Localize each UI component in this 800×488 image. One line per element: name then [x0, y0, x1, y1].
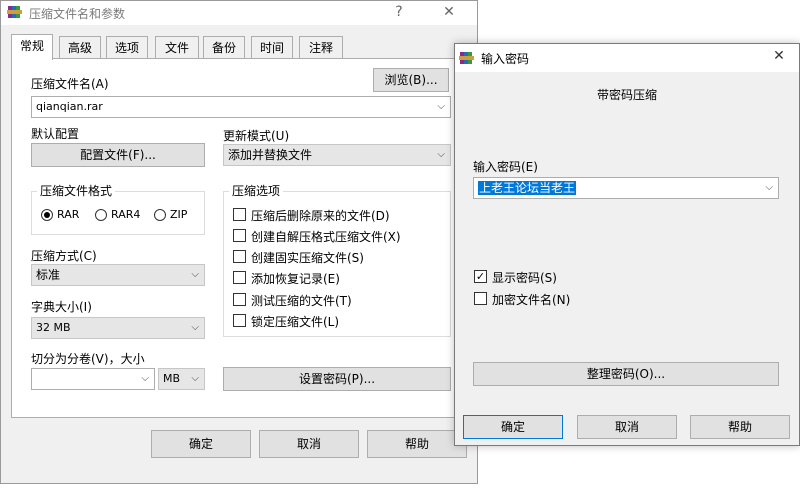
chevron-down-icon: ⌵ — [437, 149, 445, 160]
test-files-checkbox[interactable] — [233, 293, 246, 306]
chevron-down-icon: ⌵ — [437, 101, 445, 112]
encrypt-filenames-label: 加密文件名(N) — [492, 293, 571, 307]
default-profile-label: 默认配置 — [31, 127, 80, 141]
browse-button[interactable]: 浏览(B)... — [373, 68, 449, 92]
help-button[interactable]: 帮助 — [367, 430, 467, 458]
recovery-record-label: 添加恢复记录(E) — [251, 272, 340, 286]
create-sfx-label: 创建自解压格式压缩文件(X) — [251, 230, 401, 244]
format-zip-radio[interactable] — [154, 209, 166, 221]
recovery-record-checkbox[interactable] — [233, 271, 246, 284]
show-password-label: 显示密码(S) — [492, 271, 557, 285]
chevron-down-icon: ⌵ — [765, 182, 773, 193]
dialog-title: 输入密码 — [481, 52, 530, 66]
archive-options-group-title: 压缩选项 — [229, 184, 284, 198]
tab-general[interactable]: 常规 — [11, 34, 53, 60]
password-input[interactable]: 上老王论坛当老王 ⌵ — [473, 177, 779, 199]
winrar-books-icon — [459, 50, 475, 66]
set-password-button[interactable]: 设置密码(P)... — [223, 367, 451, 391]
format-rar-radio[interactable] — [41, 209, 53, 221]
update-mode-value: 添加并替换文件 — [228, 148, 313, 162]
archive-params-window: 压缩文件名和参数 ? ✕ 常规 高级 选项 文件 备份 时间 注释 压缩文件名(… — [0, 0, 478, 484]
tab-files[interactable]: 文件 — [155, 36, 199, 59]
create-solid-checkbox[interactable] — [233, 250, 246, 263]
tab-comment[interactable]: 注释 — [299, 36, 343, 59]
format-rar-label: RAR — [57, 208, 80, 221]
create-solid-label: 创建固实压缩文件(S) — [251, 251, 364, 265]
split-size-combo[interactable]: ⌵ — [31, 368, 155, 390]
split-volumes-label: 切分为分卷(V)，大小 — [31, 352, 145, 366]
split-unit-value: MB — [163, 372, 181, 385]
lock-archive-checkbox[interactable] — [233, 314, 246, 327]
create-sfx-checkbox[interactable] — [233, 229, 246, 242]
dictionary-value: 32 MB — [36, 321, 71, 334]
archive-name-combo[interactable]: qianqian.rar ⌵ — [31, 96, 451, 118]
password-label: 输入密码(E) — [473, 160, 538, 174]
organize-passwords-button[interactable]: 整理密码(O)... — [473, 362, 779, 386]
close-icon[interactable]: ✕ — [439, 4, 459, 20]
method-select[interactable]: 标准 ⌵ — [31, 264, 205, 286]
format-zip-label: ZIP — [170, 208, 188, 221]
chevron-down-icon: ⌵ — [191, 322, 199, 333]
show-password-checkbox[interactable]: ✓ — [474, 270, 487, 283]
test-files-label: 测试压缩的文件(T) — [251, 294, 352, 308]
format-rar4-label: RAR4 — [111, 208, 141, 221]
tab-time[interactable]: 时间 — [251, 36, 293, 59]
tab-backup[interactable]: 备份 — [203, 36, 245, 59]
dictionary-label: 字典大小(I) — [31, 300, 92, 314]
title-bar: 压缩文件名和参数 ? ✕ — [1, 1, 477, 25]
update-mode-select[interactable]: 添加并替换文件 ⌵ — [223, 144, 451, 166]
winrar-books-icon — [7, 4, 23, 20]
dictionary-select[interactable]: 32 MB ⌵ — [31, 317, 205, 339]
archive-name-label: 压缩文件名(A) — [31, 77, 109, 91]
dialog-title-bar: 输入密码 ✕ — [455, 44, 799, 72]
dialog-ok-button[interactable]: 确定 — [463, 415, 563, 439]
lock-archive-label: 锁定压缩文件(L) — [251, 315, 340, 329]
chevron-down-icon: ⌵ — [191, 373, 199, 384]
update-mode-label: 更新模式(U) — [223, 129, 290, 143]
format-rar4-radio[interactable] — [95, 209, 107, 221]
chevron-down-icon: ⌵ — [191, 269, 199, 280]
dialog-heading: 带密码压缩 — [596, 88, 657, 102]
delete-after-label: 压缩后删除原来的文件(D) — [251, 209, 390, 223]
method-value: 标准 — [36, 268, 61, 282]
archive-format-group-title: 压缩文件格式 — [37, 184, 116, 198]
delete-after-checkbox[interactable] — [233, 208, 246, 221]
method-label: 压缩方式(C) — [31, 249, 97, 263]
cancel-button[interactable]: 取消 — [259, 430, 359, 458]
ok-button[interactable]: 确定 — [151, 430, 251, 458]
chevron-down-icon: ⌵ — [141, 373, 149, 384]
password-dialog: 输入密码 ✕ 带密码压缩 输入密码(E) 上老王论坛当老王 ⌵ ✓ 显示密码(S… — [454, 43, 800, 446]
dialog-help-button[interactable]: 帮助 — [690, 415, 790, 439]
help-title-button[interactable]: ? — [389, 4, 409, 20]
tab-advanced[interactable]: 高级 — [59, 36, 101, 59]
password-value: 上老王论坛当老王 — [478, 181, 577, 195]
tab-options[interactable]: 选项 — [106, 36, 148, 59]
window-title: 压缩文件名和参数 — [29, 7, 126, 21]
split-unit-select[interactable]: MB ⌵ — [158, 368, 205, 390]
dialog-cancel-button[interactable]: 取消 — [577, 415, 677, 439]
encrypt-filenames-checkbox[interactable] — [474, 292, 487, 305]
archive-name-value: qianqian.rar — [36, 100, 103, 113]
tab-strip: 常规 高级 选项 文件 备份 时间 注释 — [11, 34, 471, 60]
profiles-button[interactable]: 配置文件(F)... — [31, 143, 205, 167]
close-icon[interactable]: ✕ — [769, 48, 789, 64]
